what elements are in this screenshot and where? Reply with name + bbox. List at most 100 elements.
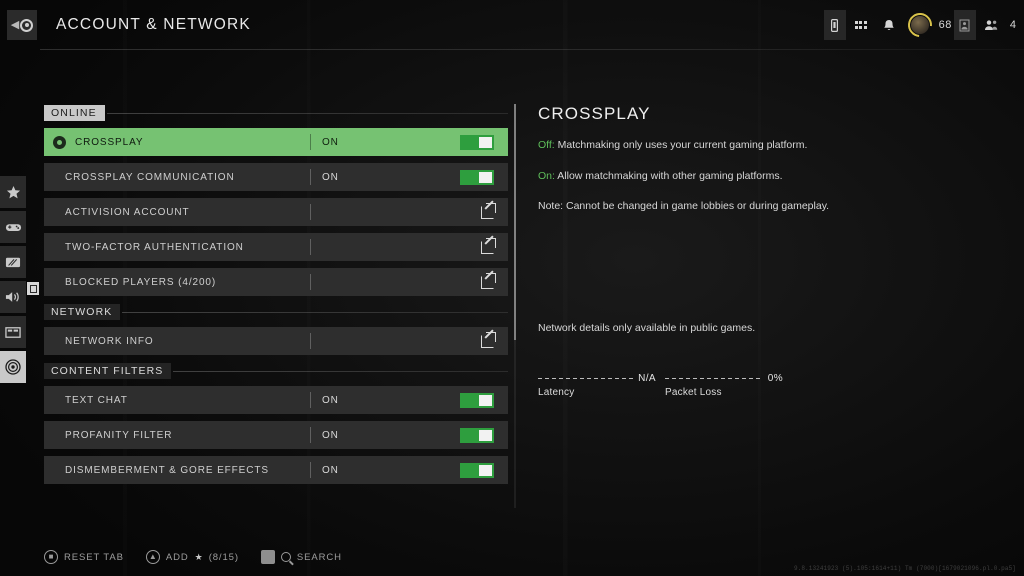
search-label: SEARCH <box>296 551 342 563</box>
list-scrollbar[interactable] <box>514 104 516 508</box>
rail-scroll-handle[interactable] <box>27 282 39 295</box>
section-rule <box>122 311 508 313</box>
toggle-switch[interactable] <box>460 392 494 408</box>
sidebar-item-graphics[interactable] <box>0 246 26 278</box>
external-link-icon[interactable] <box>481 202 496 219</box>
settings-row[interactable]: CROSSPLAY COMMUNICATION ON <box>44 163 508 191</box>
add-favorite-button[interactable]: ▲ ADD ★ (8/15) <box>145 550 239 564</box>
category-rail <box>0 176 39 383</box>
settings-row[interactable]: NETWORK INFO <box>44 327 508 355</box>
network-meters: N/A Latency 0% Packet Loss <box>538 372 783 398</box>
grid-menu-icon[interactable] <box>848 10 874 40</box>
row-divider <box>310 462 311 478</box>
sidebar-item-account-network[interactable] <box>0 351 26 383</box>
button-glyph-circle-icon: ■ <box>44 550 58 564</box>
window-icon <box>5 326 21 339</box>
network-meter: N/A Latency <box>538 372 656 398</box>
settings-row-label: ACTIVISION ACCOUNT <box>65 206 190 218</box>
settings-row-label: TEXT CHAT <box>65 394 128 406</box>
meter-bar: 0% <box>665 372 783 384</box>
button-glyph-triangle-icon: ▲ <box>145 550 160 564</box>
star-icon: ★ <box>194 551 203 562</box>
toggle-switch[interactable] <box>460 169 494 185</box>
settings-row-value: ON <box>322 394 339 406</box>
settings-row[interactable]: TWO-FACTOR AUTHENTICATION <box>44 233 508 261</box>
meter-dashes <box>538 377 634 379</box>
player-level: 68 <box>938 19 952 31</box>
device-icon[interactable] <box>823 10 846 40</box>
section-header: CONTENT FILTERS <box>44 362 508 380</box>
row-divider <box>310 427 311 443</box>
back-circle-icon <box>20 18 34 32</box>
row-divider <box>310 134 311 150</box>
toggle-switch[interactable] <box>460 134 494 150</box>
chevron-left-icon: ◀ <box>10 18 20 31</box>
external-link-icon[interactable] <box>481 272 496 289</box>
settings-row[interactable]: TEXT CHAT ON <box>44 386 508 414</box>
sidebar-item-audio[interactable] <box>0 281 26 313</box>
network-meter: 0% Packet Loss <box>665 372 783 398</box>
party-members-icon[interactable] <box>978 10 1004 40</box>
button-glyph-square-icon <box>260 550 275 564</box>
display-icon <box>5 256 21 269</box>
settings-row[interactable]: CROSSPLAY ON <box>44 128 508 156</box>
network-note: Network details only available in public… <box>538 322 756 334</box>
selected-bullet-icon <box>53 135 66 149</box>
build-version: 9.8.13241923 (5).105:1614+11) Tm (7000)[… <box>793 565 1016 572</box>
detail-line: On: Allow matchmaking with other gaming … <box>538 170 994 183</box>
settings-row-label: CROSSPLAY <box>75 136 144 148</box>
notification-bell-icon[interactable] <box>876 10 902 40</box>
detail-line-key: On: <box>538 169 555 182</box>
row-divider <box>310 204 311 220</box>
header-divider <box>40 49 1024 50</box>
detail-title: CROSSPLAY <box>538 104 651 123</box>
settings-row-label: TWO-FACTOR AUTHENTICATION <box>65 241 244 253</box>
row-divider <box>310 169 311 185</box>
add-label: ADD <box>165 551 189 563</box>
sidebar-item-favorites[interactable] <box>0 176 26 208</box>
section-header: ONLINE <box>44 104 508 122</box>
section-label: CONTENT FILTERS <box>44 362 172 380</box>
squad-icon[interactable] <box>953 10 976 40</box>
meter-value: N/A <box>638 372 656 384</box>
settings-row-value: ON <box>322 429 339 441</box>
search-icon <box>280 552 291 562</box>
detail-line-text: Matchmaking only uses your current gamin… <box>554 139 808 151</box>
star-icon <box>6 185 21 200</box>
detail-line: Off: Matchmaking only uses your current … <box>538 139 994 152</box>
meter-label: Latency <box>538 387 575 398</box>
search-button[interactable]: SEARCH <box>260 550 342 564</box>
settings-row-value: ON <box>322 136 339 148</box>
settings-row-label: CROSSPLAY COMMUNICATION <box>65 171 235 183</box>
section-label: NETWORK <box>44 303 121 321</box>
back-button[interactable]: ◀ <box>7 10 37 40</box>
external-link-icon[interactable] <box>481 237 496 254</box>
settings-row[interactable]: ACTIVISION ACCOUNT <box>44 198 508 226</box>
external-link-icon[interactable] <box>481 331 496 348</box>
sidebar-item-controller[interactable] <box>0 211 26 243</box>
sidebar-item-interface[interactable] <box>0 316 26 348</box>
add-count: (8/15) <box>208 551 239 563</box>
settings-row-label: DISMEMBERMENT & GORE EFFECTS <box>65 464 269 476</box>
avatar[interactable] <box>902 8 937 42</box>
settings-row[interactable]: PROFANITY FILTER ON <box>44 421 508 449</box>
settings-row-label: NETWORK INFO <box>65 335 154 347</box>
settings-row[interactable]: BLOCKED PLAYERS (4/200) <box>44 268 508 296</box>
meter-dashes <box>665 377 763 379</box>
detail-line-text: Allow matchmaking with other gaming plat… <box>554 169 783 182</box>
settings-row-label: BLOCKED PLAYERS (4/200) <box>65 276 217 288</box>
header-status-icons: 68 4 <box>823 8 1016 42</box>
section-label: ONLINE <box>44 104 105 122</box>
reset-tab-button[interactable]: ■ RESET TAB <box>44 550 124 564</box>
list-scrollbar-thumb[interactable] <box>514 104 516 340</box>
party-count: 4 <box>1009 19 1016 31</box>
avatar-image <box>910 16 929 34</box>
speaker-icon <box>5 290 22 304</box>
settings-row[interactable]: DISMEMBERMENT & GORE EFFECTS ON <box>44 456 508 484</box>
settings-row-label: PROFANITY FILTER <box>65 429 173 441</box>
toggle-switch[interactable] <box>460 462 494 478</box>
row-divider <box>310 333 311 349</box>
meter-bar: N/A <box>538 372 656 384</box>
meter-label: Packet Loss <box>665 387 722 398</box>
toggle-switch[interactable] <box>460 427 494 443</box>
